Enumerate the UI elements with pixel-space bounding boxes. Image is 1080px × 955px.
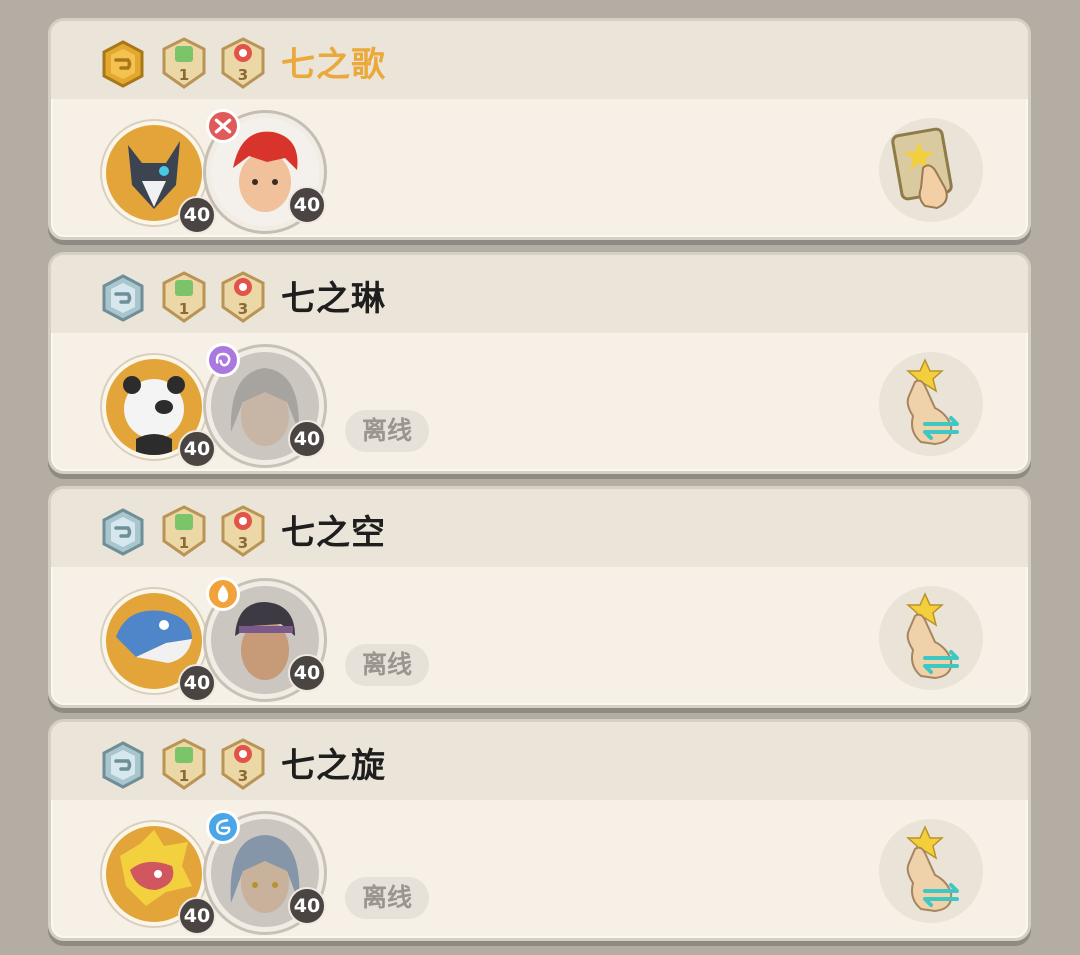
swap-tap-icon (906, 825, 959, 913)
swap-button[interactable] (879, 586, 983, 690)
add-friend-card-icon (891, 127, 953, 210)
player-name: 七之空 (281, 513, 386, 553)
trainer-level-badge: 40 (288, 654, 326, 692)
offline-status-badge: 离线 (345, 877, 429, 919)
wind-medal-icon: 1 (162, 738, 206, 790)
swap-tap-icon (906, 358, 959, 446)
gold-shield-icon (102, 40, 144, 88)
pet-level-badge: 40 (178, 430, 216, 468)
fire-medal-icon: 3 (221, 738, 265, 790)
player-name: 七之琳 (281, 279, 386, 319)
swap-button[interactable] (879, 352, 983, 456)
medal-value: 1 (179, 767, 189, 785)
offline-status-badge: 离线 (345, 644, 429, 686)
wind-medal-icon: 1 (162, 37, 206, 89)
psychic-element-icon (206, 343, 240, 377)
player-name: 七之旋 (281, 746, 386, 786)
add-friend-card-button[interactable] (879, 118, 983, 222)
swap-button[interactable] (879, 819, 983, 923)
fire-medal-icon: 3 (221, 505, 265, 557)
medal-value: 3 (238, 767, 248, 785)
player-card[interactable]: 1 3 七之空 40 40 离线 (48, 486, 1031, 708)
pet-level-badge: 40 (178, 196, 216, 234)
fighting-element-icon (206, 109, 240, 143)
medal-value: 3 (238, 66, 248, 84)
medal-value: 3 (238, 300, 248, 318)
fire-medal-icon: 3 (221, 37, 265, 89)
trainer-level-badge: 40 (288, 420, 326, 458)
fire-element-icon (206, 577, 240, 611)
medal-value: 1 (179, 534, 189, 552)
pet-level-badge: 40 (178, 897, 216, 935)
trainer-level-badge: 40 (288, 186, 326, 224)
wind-medal-icon: 1 (162, 271, 206, 323)
player-card[interactable]: 1 3 七之旋 40 40 离线 (48, 719, 1031, 941)
offline-status-badge: 离线 (345, 410, 429, 452)
silver-shield-icon (102, 741, 144, 789)
wind-medal-icon: 1 (162, 505, 206, 557)
silver-shield-icon (102, 508, 144, 556)
medal-value: 1 (179, 66, 189, 84)
medal-value: 1 (179, 300, 189, 318)
pet-level-badge: 40 (178, 664, 216, 702)
player-card[interactable]: 1 3 七之琳 40 40 离线 (48, 252, 1031, 474)
swap-tap-icon (906, 592, 959, 680)
fire-medal-icon: 3 (221, 271, 265, 323)
silver-shield-icon (102, 274, 144, 322)
medal-value: 3 (238, 534, 248, 552)
water-element-icon (206, 810, 240, 844)
player-name: 七之歌 (281, 45, 386, 85)
player-card[interactable]: 1 3 七之歌 40 40 (48, 18, 1031, 240)
trainer-level-badge: 40 (288, 887, 326, 925)
